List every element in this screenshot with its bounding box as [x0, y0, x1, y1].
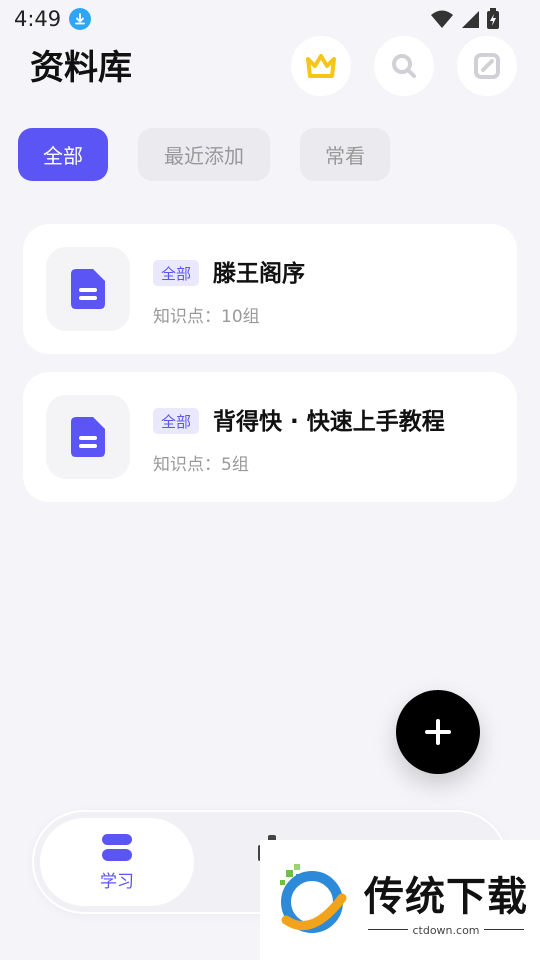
- status-icons: [430, 8, 500, 30]
- page-title: 资料库: [30, 48, 132, 88]
- nav-label: 学习: [100, 871, 134, 892]
- watermark-url: ctdown.com: [412, 923, 480, 937]
- tab-frequent[interactable]: 常看: [300, 128, 390, 181]
- watermark-divider: [483, 928, 524, 930]
- add-button[interactable]: [396, 690, 480, 774]
- tab-recently-added[interactable]: 最近添加: [138, 128, 270, 181]
- watermark-text: 传统下载: [364, 873, 528, 920]
- card-tag: 全部: [153, 260, 200, 286]
- watermark-logo-icon: [280, 864, 347, 933]
- download-icon: [69, 8, 92, 30]
- watermark: 传统下载 ctdown.com: [260, 840, 540, 960]
- search-icon: [392, 54, 416, 78]
- document-icon: [71, 417, 105, 457]
- card-meta: 知识点：5组: [153, 455, 249, 475]
- wifi-icon: [431, 10, 453, 28]
- document-icon: [71, 269, 105, 309]
- search-button[interactable]: [374, 36, 434, 96]
- card-icon-box: [46, 395, 130, 479]
- card-tag: 全部: [153, 408, 200, 434]
- status-bar: 4:49: [0, 0, 540, 38]
- tab-all[interactable]: 全部: [18, 128, 108, 181]
- status-time: 4:49: [14, 7, 62, 31]
- study-icon: [102, 833, 132, 861]
- nav-item-study[interactable]: 学习: [40, 818, 194, 906]
- card-meta: 知识点：10组: [153, 307, 260, 327]
- watermark-divider: [368, 928, 409, 930]
- crown-icon: [306, 54, 336, 78]
- signal-icon: [462, 11, 479, 28]
- material-card[interactable]: 全部 背得快 · 快速上手教程 知识点：5组: [23, 372, 517, 502]
- battery-icon: [487, 8, 499, 29]
- edit-button[interactable]: [457, 36, 517, 96]
- material-card[interactable]: 全部 滕王阁序 知识点：10组: [23, 224, 517, 354]
- card-icon-box: [46, 247, 130, 331]
- edit-icon: [474, 53, 500, 79]
- card-title: 背得快 · 快速上手教程: [213, 409, 445, 435]
- plus-icon: [425, 719, 451, 745]
- card-title: 滕王阁序: [213, 261, 305, 287]
- vip-button[interactable]: [291, 36, 351, 96]
